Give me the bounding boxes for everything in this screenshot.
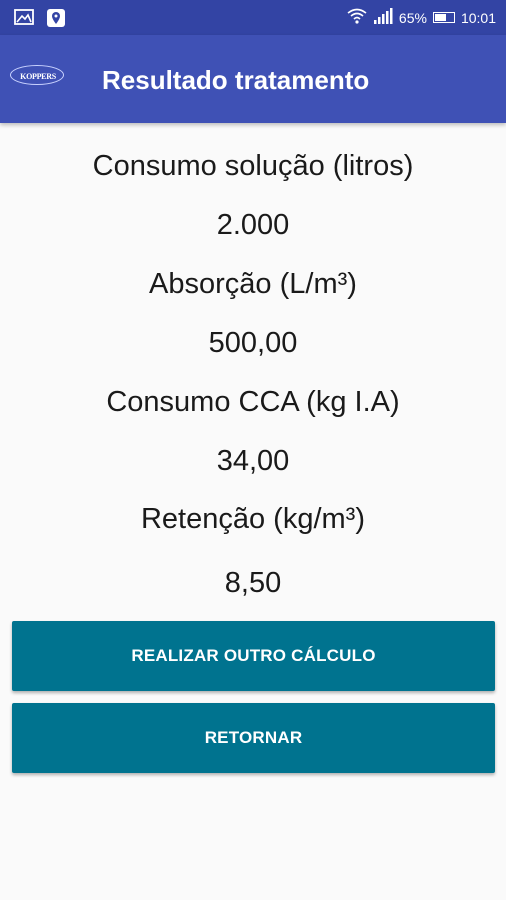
result-label: Consumo solução (litros) bbox=[92, 150, 414, 182]
back-button[interactable]: RETORNAR bbox=[12, 703, 495, 773]
result-label: Absorção (L/m³) bbox=[149, 268, 357, 300]
result-value: 500,00 bbox=[208, 327, 298, 359]
app-bar: KOPPERS Resultado tratamento bbox=[0, 35, 506, 123]
battery-percent: 65% bbox=[398, 9, 427, 26]
clock: 10:01 bbox=[460, 9, 496, 26]
status-left-icons bbox=[14, 8, 66, 33]
result-label: Retenção (kg/m³) bbox=[140, 503, 365, 535]
result-value: 34,00 bbox=[216, 445, 290, 477]
wifi-icon bbox=[347, 8, 367, 27]
image-icon bbox=[14, 8, 34, 33]
status-right-icons: 65% 10:01 bbox=[347, 8, 496, 27]
result-value: 2.000 bbox=[216, 209, 290, 241]
signal-icon bbox=[373, 8, 393, 27]
battery-icon bbox=[432, 12, 455, 23]
result-value: 8,50 bbox=[224, 567, 282, 599]
recalculate-button[interactable]: REALIZAR OUTRO CÁLCULO bbox=[12, 621, 495, 691]
result-label: Consumo CCA (kg I.A) bbox=[106, 386, 400, 418]
status-bar: 65% 10:01 bbox=[0, 0, 506, 35]
location-notification-icon bbox=[46, 8, 66, 33]
logo-text: KOPPERS bbox=[20, 71, 56, 81]
koppers-logo: KOPPERS bbox=[10, 65, 66, 87]
page-title: Resultado tratamento bbox=[102, 65, 370, 95]
